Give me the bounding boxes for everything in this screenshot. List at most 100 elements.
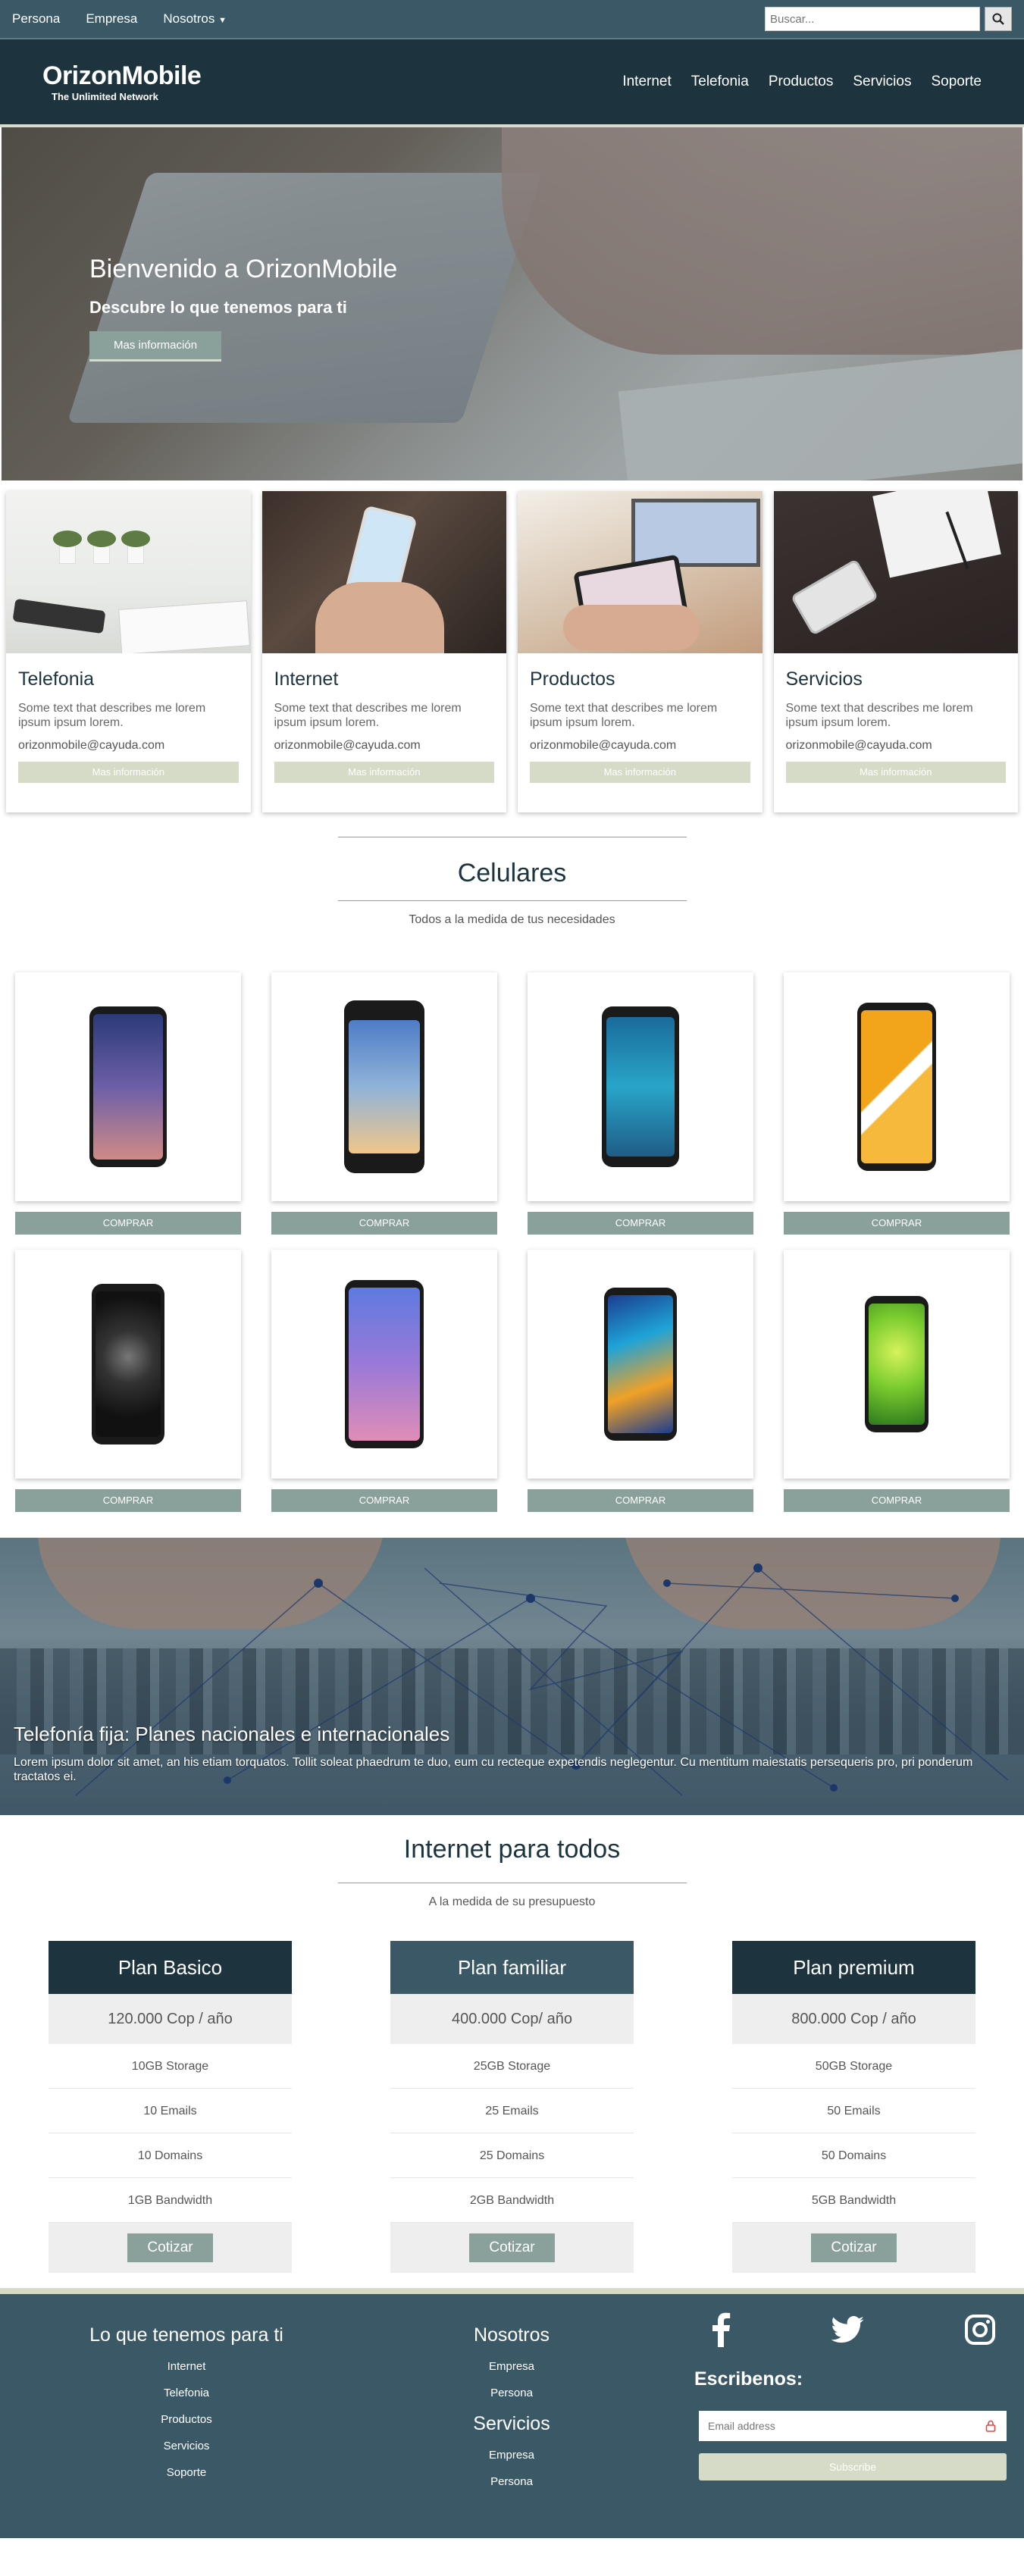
plan-premium: Plan premium 800.000 Cop / año 50GB Stor… bbox=[732, 1941, 975, 2273]
buy-button[interactable]: COMPRAR bbox=[271, 1489, 497, 1512]
top-link-nosotros-label: Nosotros bbox=[163, 11, 215, 26]
footer-link[interactable]: Internet bbox=[65, 2360, 308, 2373]
card-text: Some text that describes me lorem ipsum … bbox=[274, 702, 462, 730]
top-bar: Persona Empresa Nosotros ▼ bbox=[0, 0, 1024, 39]
top-links: Persona Empresa Nosotros ▼ bbox=[12, 11, 227, 27]
card-text: Some text that describes me lorem ipsum … bbox=[785, 702, 973, 730]
phone-image-box[interactable] bbox=[271, 972, 497, 1201]
email-field[interactable] bbox=[699, 2411, 1007, 2441]
phone-image bbox=[857, 1003, 936, 1171]
card-more-info-button[interactable]: Mas información bbox=[18, 762, 239, 784]
footer-link[interactable]: Persona bbox=[436, 2475, 587, 2488]
phone-product: COMPRAR bbox=[15, 1250, 241, 1512]
hero-subtitle: Descubre lo que tenemos para ti bbox=[89, 298, 347, 317]
search-input[interactable] bbox=[765, 7, 980, 31]
card-title: Productos bbox=[530, 668, 615, 690]
internet-header: Internet para todos A la medida de su pr… bbox=[0, 1815, 1024, 1909]
phone-image-box[interactable] bbox=[784, 1250, 1010, 1479]
twitter-icon[interactable] bbox=[831, 2316, 864, 2343]
card-telefonia: Telefonia Some text that describes me lo… bbox=[6, 491, 251, 812]
nav-links: Internet Telefonia Productos Servicios S… bbox=[622, 74, 982, 90]
nav-link-internet[interactable]: Internet bbox=[622, 74, 671, 90]
card-body: Internet Some text that describes me lor… bbox=[262, 653, 507, 798]
card-title: Servicios bbox=[785, 668, 863, 690]
footer-link[interactable]: Telefonia bbox=[65, 2387, 308, 2399]
banner-text: Lorem ipsum dolor sit amet, an his etiam… bbox=[14, 1756, 973, 1784]
phone-image-box[interactable] bbox=[528, 1250, 753, 1479]
subscribe-title: Escribenos: bbox=[694, 2368, 803, 2390]
card-more-info-button[interactable]: Mas información bbox=[274, 762, 494, 784]
card-internet: Internet Some text that describes me lor… bbox=[261, 491, 507, 812]
card-email[interactable]: orizonmobile@cayuda.com bbox=[274, 739, 495, 753]
search-button[interactable] bbox=[985, 7, 1012, 31]
top-link-empresa[interactable]: Empresa bbox=[86, 11, 137, 27]
card-more-info-button[interactable]: Mas información bbox=[530, 762, 750, 784]
phone-image-box[interactable] bbox=[271, 1250, 497, 1479]
plan-feature: 50GB Storage bbox=[732, 2044, 975, 2089]
brand-logo[interactable]: OrizonMobile The Unlimited Network bbox=[42, 61, 202, 102]
phone-image-box[interactable] bbox=[15, 972, 241, 1201]
plan-price: 400.000 Cop/ año bbox=[390, 1994, 634, 2044]
plan-feature: 50 Domains bbox=[732, 2133, 975, 2178]
quote-button[interactable]: Cotizar bbox=[127, 2233, 213, 2262]
phone-image bbox=[89, 1006, 167, 1167]
footer-offer-column: Lo que tenemos para ti Internet Telefoni… bbox=[65, 2324, 308, 2479]
section-title: Internet para todos bbox=[403, 1835, 621, 1864]
footer-column-title: Nosotros bbox=[473, 2324, 550, 2346]
nav-link-servicios[interactable]: Servicios bbox=[853, 74, 911, 90]
celulares-header: Celulares Todos a la medida de tus neces… bbox=[0, 812, 1024, 927]
card-email[interactable]: orizonmobile@cayuda.com bbox=[530, 739, 750, 753]
facebook-icon[interactable] bbox=[711, 2312, 731, 2347]
footer-link[interactable]: Servicios bbox=[65, 2440, 308, 2452]
hero-more-info-button[interactable]: Mas información bbox=[89, 331, 222, 362]
phone-image bbox=[344, 1000, 424, 1173]
footer-column-title: Servicios bbox=[473, 2413, 550, 2434]
card-body: Productos Some text that describes me lo… bbox=[518, 653, 763, 798]
phone-image-box[interactable] bbox=[528, 972, 753, 1201]
buy-button[interactable]: COMPRAR bbox=[528, 1212, 753, 1235]
footer-link[interactable]: Productos bbox=[65, 2413, 308, 2426]
phone-image-box[interactable] bbox=[15, 1250, 241, 1479]
buy-button[interactable]: COMPRAR bbox=[271, 1212, 497, 1235]
footer-column-title: Lo que tenemos para ti bbox=[89, 2324, 283, 2346]
footer-link[interactable]: Persona bbox=[436, 2387, 587, 2399]
buy-button[interactable]: COMPRAR bbox=[784, 1212, 1010, 1235]
card-image-tablet bbox=[518, 491, 763, 653]
subscribe-button[interactable]: Subscribe bbox=[699, 2453, 1007, 2481]
plan-feature: 25 Domains bbox=[390, 2133, 634, 2178]
buy-button[interactable]: COMPRAR bbox=[528, 1489, 753, 1512]
instagram-icon[interactable] bbox=[964, 2314, 996, 2346]
quote-button[interactable]: Cotizar bbox=[469, 2233, 555, 2262]
hero-title: Bienvenido a OrizonMobile bbox=[89, 255, 398, 283]
buy-button[interactable]: COMPRAR bbox=[15, 1489, 241, 1512]
footer: Lo que tenemos para ti Internet Telefoni… bbox=[0, 2288, 1024, 2538]
nav-link-productos[interactable]: Productos bbox=[769, 74, 834, 90]
plan-feature: 25 Emails bbox=[390, 2089, 634, 2133]
buy-button[interactable]: COMPRAR bbox=[784, 1489, 1010, 1512]
plan-feature: 10GB Storage bbox=[49, 2044, 292, 2089]
footer-link[interactable]: Soporte bbox=[65, 2466, 308, 2479]
plan-feature: 1GB Bandwidth bbox=[49, 2178, 292, 2223]
caret-down-icon: ▼ bbox=[218, 16, 227, 25]
buy-button[interactable]: COMPRAR bbox=[15, 1212, 241, 1235]
plan-feature: 50 Emails bbox=[732, 2089, 975, 2133]
footer-link[interactable]: Empresa bbox=[436, 2360, 587, 2373]
phone-product: COMPRAR bbox=[271, 972, 497, 1235]
footer-link[interactable]: Empresa bbox=[436, 2449, 587, 2462]
card-email[interactable]: orizonmobile@cayuda.com bbox=[786, 739, 1007, 753]
card-image-phone-hand bbox=[261, 491, 506, 653]
card-title: Telefonia bbox=[18, 668, 95, 690]
lock-icon bbox=[985, 2420, 996, 2432]
card-email[interactable]: orizonmobile@cayuda.com bbox=[18, 739, 239, 753]
nav-link-soporte[interactable]: Soporte bbox=[931, 74, 982, 90]
card-body: Servicios Some text that describes me lo… bbox=[774, 653, 1019, 798]
phone-image bbox=[865, 1296, 928, 1432]
card-more-info-button[interactable]: Mas información bbox=[785, 762, 1006, 784]
phone-image-box[interactable] bbox=[784, 972, 1010, 1201]
plan-header: Plan premium bbox=[732, 1941, 975, 1994]
top-link-nosotros-dropdown[interactable]: Nosotros ▼ bbox=[163, 11, 227, 27]
top-link-persona[interactable]: Persona bbox=[12, 11, 60, 27]
quote-button[interactable]: Cotizar bbox=[811, 2233, 897, 2262]
hero-content: Bienvenido a OrizonMobile Descubre lo qu… bbox=[89, 255, 397, 362]
nav-link-telefonia[interactable]: Telefonia bbox=[691, 74, 749, 90]
